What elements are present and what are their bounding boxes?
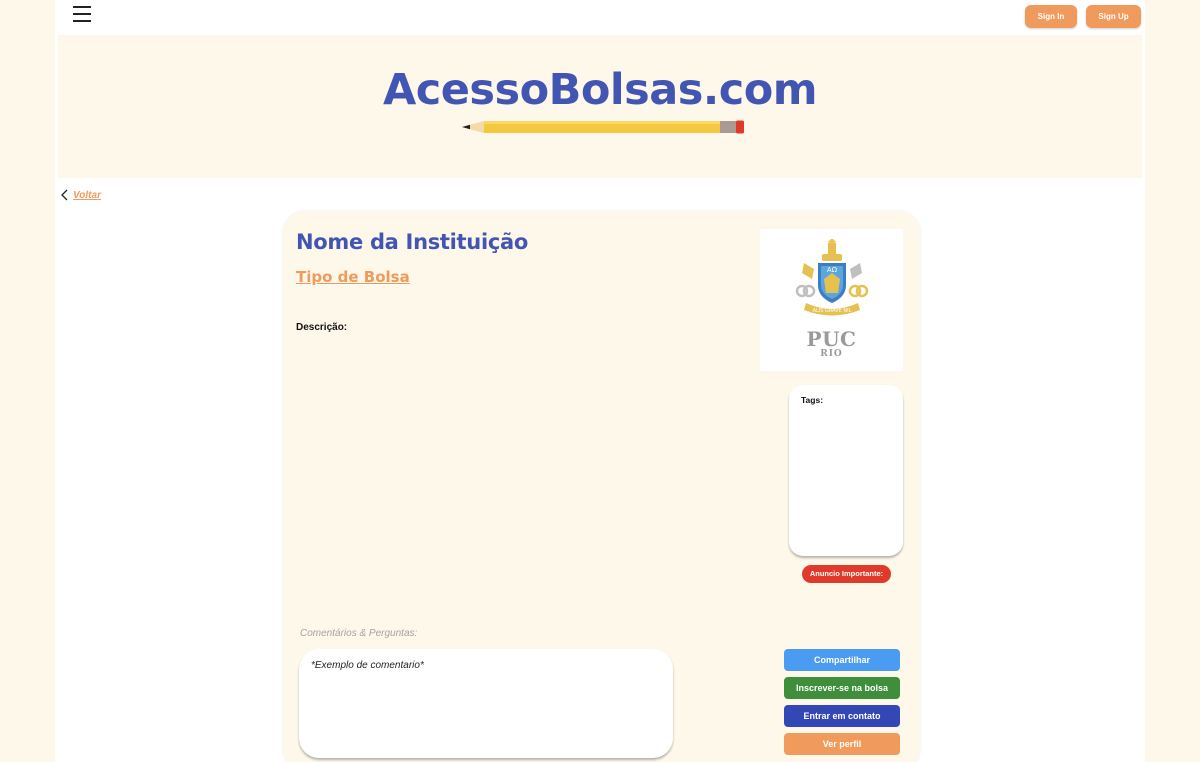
contact-button[interactable]: Entrar em contato (784, 705, 900, 727)
institution-name: Nome da Instituição (296, 230, 528, 254)
comments-label: Comentários & Perguntas: (300, 628, 418, 639)
page: Sign In Sign Up AcessoBolsas.com Voltar … (55, 0, 1145, 762)
sign-up-button[interactable]: Sign Up (1086, 5, 1141, 28)
institution-logo: AΩ ALIS GRAVE NIL PUC RIO (760, 229, 903, 371)
back-link[interactable]: Voltar (60, 189, 101, 201)
back-link-label[interactable]: Voltar (73, 190, 101, 201)
bolsa-type-link[interactable]: Tipo de Bolsa (296, 268, 410, 286)
puc-crest-icon: AΩ ALIS GRAVE NIL (795, 239, 869, 316)
pencil-icon (462, 120, 744, 134)
scholarship-card: Nome da Instituição Tipo de Bolsa Descri… (283, 211, 920, 762)
logo-subtitle: RIO (820, 349, 843, 359)
view-profile-button[interactable]: Ver perfil (784, 733, 900, 755)
top-bar: Sign In Sign Up (55, 0, 1145, 34)
apply-button[interactable]: Inscrever-se na bolsa (784, 677, 900, 699)
comment-box[interactable]: *Exemplo de comentario* (299, 649, 673, 758)
description-label: Descrição: (296, 322, 348, 333)
example-comment: *Exemplo de comentario* (311, 660, 424, 671)
chevron-left-icon (61, 189, 68, 201)
tags-panel: Tags: (789, 385, 903, 556)
hero-banner: AcessoBolsas.com (58, 35, 1142, 178)
hamburger-menu-icon[interactable] (73, 5, 91, 23)
logo-title: PUC (806, 327, 857, 351)
tags-label: Tags: (801, 395, 824, 405)
crest-letters: AΩ (827, 266, 838, 274)
share-button[interactable]: Compartilhar (784, 649, 900, 671)
site-title: AcessoBolsas.com (382, 65, 818, 115)
announcement-badge[interactable]: Anuncio Importante: (802, 565, 891, 583)
sign-in-button[interactable]: Sign In (1025, 5, 1077, 28)
crest-ribbon-text: ALIS GRAVE NIL (813, 308, 852, 314)
